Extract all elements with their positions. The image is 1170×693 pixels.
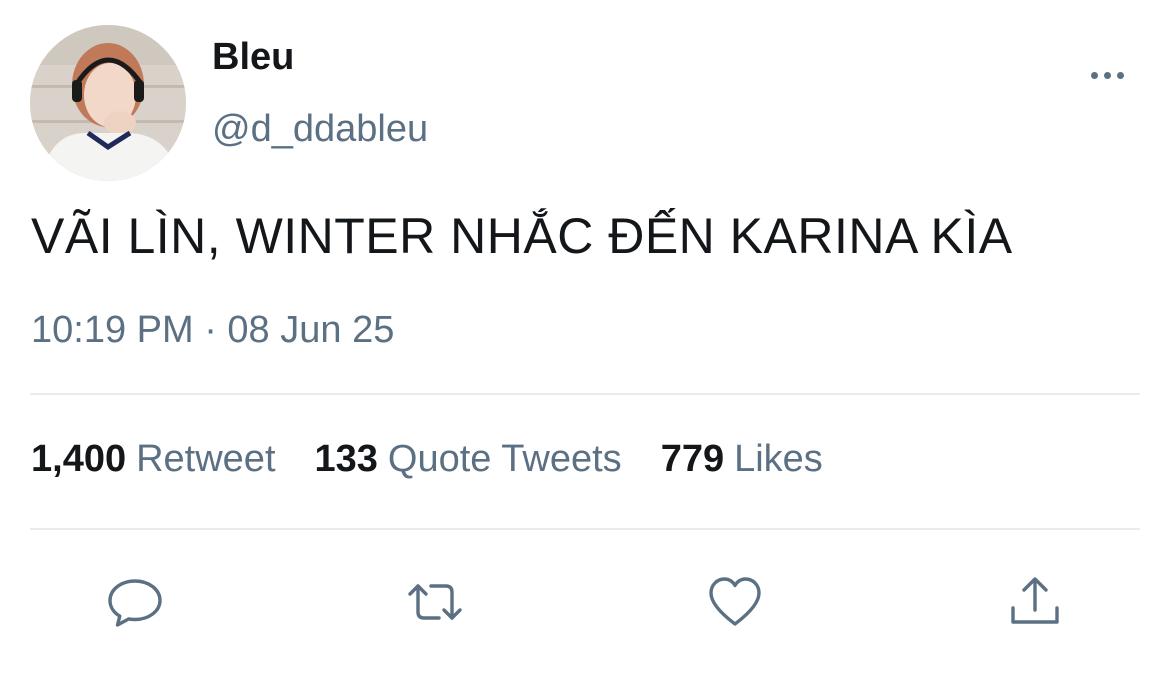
more-dot-icon bbox=[1090, 71, 1098, 79]
divider bbox=[30, 528, 1140, 530]
retweet-count: 1,400 bbox=[31, 438, 127, 480]
retweet-label: Retweet bbox=[136, 438, 276, 480]
like-button[interactable] bbox=[705, 572, 765, 632]
avatar-photo bbox=[30, 25, 186, 181]
reply-button[interactable] bbox=[105, 572, 165, 632]
likes-count-link[interactable]: 779 Likes bbox=[661, 440, 823, 478]
retweet-count-link[interactable]: 1,400 Retweet bbox=[31, 440, 276, 478]
tweet-stats: 1,400 Retweet 133 Quote Tweets 779 Likes bbox=[31, 440, 862, 478]
retweet-button[interactable] bbox=[405, 572, 465, 632]
tweet-timestamp[interactable]: 10:19 PM · 08 Jun 25 bbox=[31, 311, 394, 349]
divider bbox=[30, 393, 1140, 395]
tweet-text: VÃI LÌN, WINTER NHẮC ĐẾN KARINA KÌA bbox=[31, 208, 1013, 264]
more-options-button[interactable] bbox=[1082, 58, 1132, 92]
more-dot-icon bbox=[1116, 71, 1124, 79]
quote-label: Quote Tweets bbox=[387, 438, 622, 480]
avatar[interactable] bbox=[30, 25, 186, 181]
heart-icon bbox=[709, 577, 761, 626]
reply-icon bbox=[108, 579, 162, 627]
likes-count: 779 bbox=[660, 438, 725, 480]
more-dot-icon bbox=[1103, 71, 1111, 79]
likes-label: Likes bbox=[734, 438, 823, 480]
retweet-icon bbox=[408, 584, 462, 620]
username-handle[interactable]: @d_ddableu bbox=[212, 110, 428, 148]
display-name[interactable]: Bleu bbox=[212, 38, 294, 76]
share-icon bbox=[1011, 577, 1059, 624]
share-button[interactable] bbox=[1005, 572, 1065, 632]
quote-count-link[interactable]: 133 Quote Tweets bbox=[315, 440, 622, 478]
quote-count: 133 bbox=[314, 438, 378, 480]
